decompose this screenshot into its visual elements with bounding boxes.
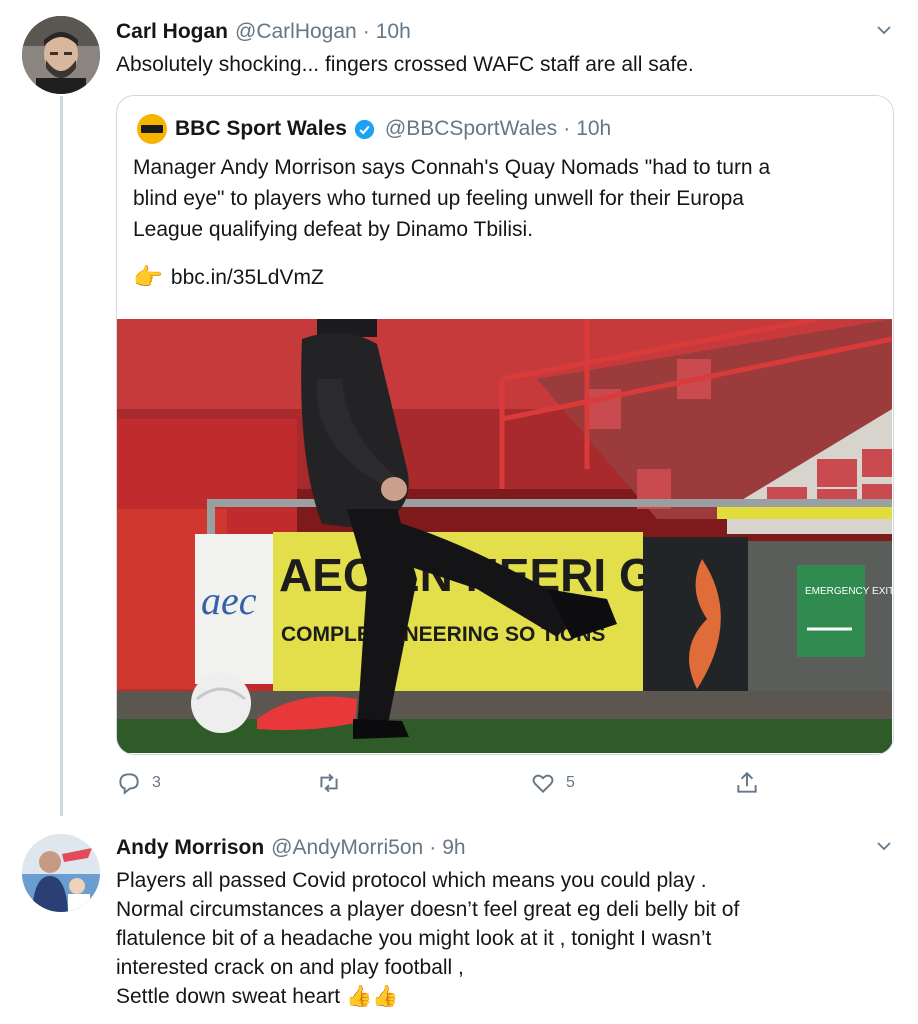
tweet-header: Andy Morrison @AndyMorri5on · 9h xyxy=(116,836,466,860)
reply-count: 3 xyxy=(152,774,161,791)
quoted-text-line: blind eye" to players who turned up feel… xyxy=(133,187,744,210)
verified-badge-icon xyxy=(354,119,375,139)
quoted-timestamp: 10h xyxy=(576,117,612,140)
tweet-text: Players all passed Covid protocol which … xyxy=(116,866,739,1011)
separator-dot: · xyxy=(429,836,437,859)
quoted-tweet-photo[interactable]: aec AEC EN NEERI G LTD COMPLETE NEERING … xyxy=(117,319,892,753)
tweet-text-line: interested crack on and play football , xyxy=(116,956,464,979)
quoted-author-name: BBC Sport Wales xyxy=(175,117,347,140)
chevron-down-icon[interactable] xyxy=(876,22,892,38)
quoted-text-line: Manager Andy Morrison says Connah's Quay… xyxy=(133,156,771,179)
quoted-tweet-text: Manager Andy Morrison says Connah's Quay… xyxy=(133,152,770,245)
tweet-andy-morrison[interactable]: Andy Morrison @AndyMorri5on · 9h Players… xyxy=(0,822,918,1024)
heart-icon xyxy=(532,774,554,794)
separator-dot: · xyxy=(563,117,571,140)
timestamp[interactable]: 9h xyxy=(442,836,465,860)
tweet-header: Carl Hogan @CarlHogan · 10h xyxy=(116,20,411,44)
quoted-author-handle: @BBCSportWales xyxy=(384,117,558,140)
chevron-down-icon[interactable] xyxy=(876,838,892,854)
quoted-text-line: League qualifying defeat by Dinamo Tbili… xyxy=(133,218,534,241)
tweet-carl-hogan[interactable]: Carl Hogan @CarlHogan · 10h Absolutely s… xyxy=(0,0,918,822)
quoted-tweet[interactable]: BBC Sport Wales @BBCSportWales · 10h Man… xyxy=(116,95,894,755)
like-count: 5 xyxy=(566,774,575,791)
tweet-text-line: flatulence bit of a headache you might l… xyxy=(116,927,712,950)
avatar[interactable] xyxy=(22,16,100,94)
bbc-sport-avatar xyxy=(137,114,167,144)
author-handle[interactable]: @CarlHogan xyxy=(235,20,357,44)
tweet-text-line: Players all passed Covid protocol which … xyxy=(116,869,707,892)
quoted-tweet-header: BBC Sport Wales @BBCSportWales · 10h xyxy=(137,114,611,144)
tweet-text-line: Normal circumstances a player doesn’t fe… xyxy=(116,898,740,921)
timestamp[interactable]: 10h xyxy=(376,20,411,44)
retweet-icon xyxy=(320,773,338,793)
aec-logo: aec xyxy=(201,578,257,623)
author-name[interactable]: Andy Morrison xyxy=(116,836,264,860)
tweet-text-line: Settle down sweat heart 👍👍 xyxy=(116,985,399,1008)
share-icon xyxy=(737,771,757,793)
retweet-button[interactable] xyxy=(316,770,352,796)
tweet-actions: 3 5 xyxy=(116,770,776,804)
pointing-hand-icon: 👉 xyxy=(133,264,163,291)
reply-icon xyxy=(119,773,139,795)
author-handle[interactable]: @AndyMorri5on xyxy=(271,836,423,860)
exit-sign-text: EMERGENCY EXIT xyxy=(805,586,892,597)
quoted-link[interactable]: bbc.in/35LdVmZ xyxy=(171,266,324,290)
separator-dot: · xyxy=(362,20,370,43)
author-name[interactable]: Carl Hogan xyxy=(116,20,228,44)
like-button[interactable]: 5 xyxy=(530,770,575,796)
quoted-link-row: 👉 bbc.in/35LdVmZ xyxy=(133,263,324,292)
avatar[interactable] xyxy=(22,834,100,912)
tweet-text: Absolutely shocking... fingers crossed W… xyxy=(116,53,694,76)
reply-button[interactable]: 3 xyxy=(116,770,161,796)
share-button[interactable] xyxy=(734,770,770,796)
